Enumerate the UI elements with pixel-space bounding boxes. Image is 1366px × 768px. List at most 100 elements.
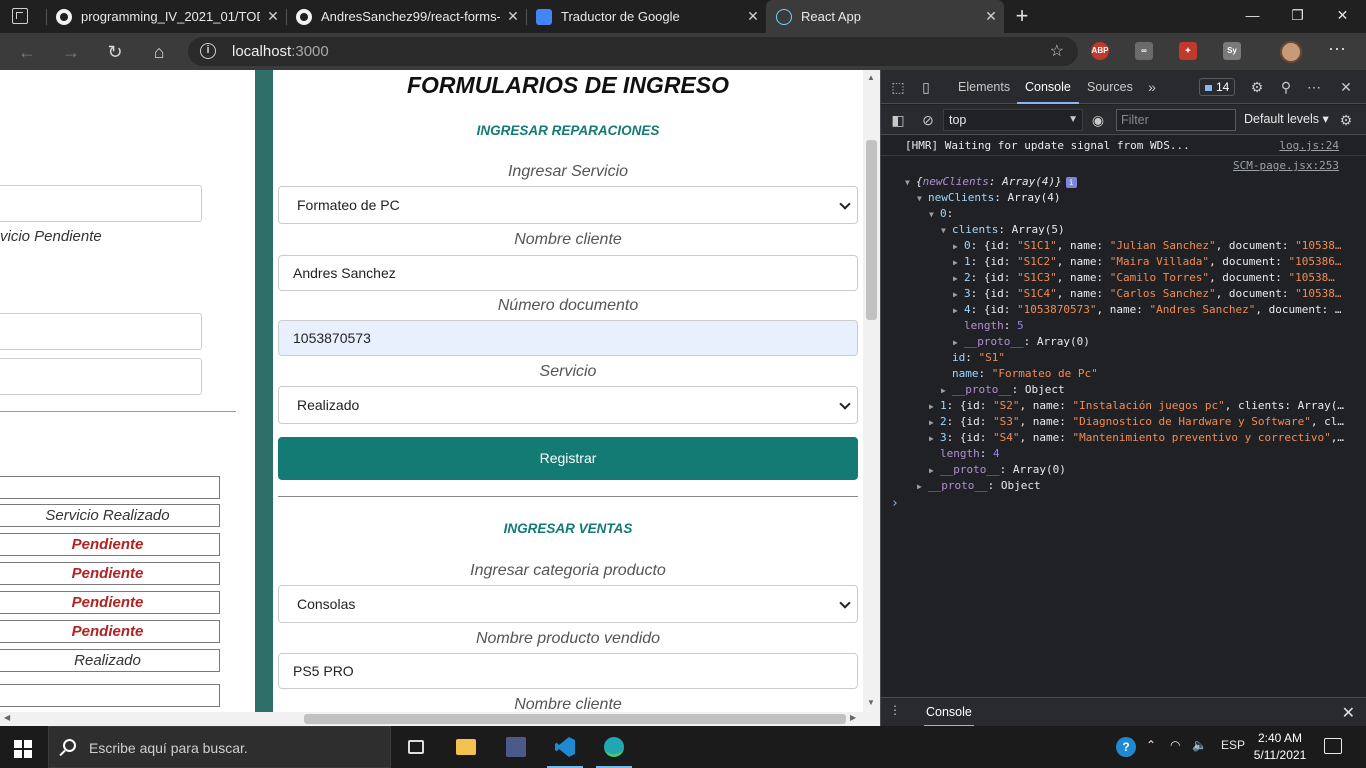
sidebar-toggle-icon[interactable]: ◧: [889, 111, 907, 129]
show-hidden-icons-icon[interactable]: ⌃: [1146, 738, 1156, 752]
console-tree-line[interactable]: ▶ 0: {id: "S1C1", name: "Julian Sanchez",…: [881, 238, 1366, 254]
close-tab-icon[interactable]: ✕: [740, 8, 766, 25]
adblock-extension-icon[interactable]: ABP: [1091, 42, 1109, 60]
address-bar[interactable]: i localhost:3000 ☆: [188, 37, 1078, 66]
new-tab-icon[interactable]: +: [1011, 4, 1033, 28]
inspect-element-icon[interactable]: ⬚: [889, 78, 907, 96]
windows-taskbar: Escribe aquí para buscar. ? ⌃ ◠ 🔈 ESP 2:…: [0, 726, 1366, 768]
console-tree-line[interactable]: ▶ __proto__: Object: [881, 382, 1366, 398]
tab-console[interactable]: Console: [1017, 70, 1079, 104]
console-tree-line[interactable]: ▶ 1: {id: "S1C2", name: "Maira Villada", …: [881, 254, 1366, 270]
notifications-icon[interactable]: [1324, 738, 1342, 754]
console-tree-line[interactable]: ▼ clients: Array(5): [881, 222, 1366, 238]
windows-start-icon[interactable]: [14, 740, 32, 758]
console-tree-line[interactable]: ▶ __proto__: Array(0): [881, 462, 1366, 478]
minimize-icon[interactable]: —: [1230, 0, 1275, 32]
console-tree-line[interactable]: ▶ 3: {id: "S1C4", name: "Carlos Sanchez",…: [881, 286, 1366, 302]
back-icon[interactable]: ←: [14, 39, 40, 65]
close-tab-icon[interactable]: ✕: [978, 8, 1004, 25]
console-tree-line[interactable]: ▼ newClients: Array(4): [881, 190, 1366, 206]
edge-browser-icon[interactable]: [590, 726, 638, 768]
console-tree-line[interactable]: ▶ 2: {id: "S1C3", name: "Camilo Torres", …: [881, 270, 1366, 286]
client-name-input[interactable]: Andres Sanchez: [278, 255, 858, 291]
tab-elements[interactable]: Elements: [958, 70, 1010, 104]
profile-avatar[interactable]: [1280, 41, 1302, 63]
browser-tab-3[interactable]: Traductor de Google ✕: [526, 0, 766, 33]
expand-triangle-icon[interactable]: ▼: [905, 175, 916, 190]
taskbar-search[interactable]: Escribe aquí para buscar.: [48, 726, 391, 768]
tab-sources[interactable]: Sources: [1087, 70, 1133, 104]
console-tree-line[interactable]: ▶ __proto__: Object: [881, 478, 1366, 494]
scroll-thumb[interactable]: [304, 714, 846, 724]
console-tree-line[interactable]: ▶ 1: {id: "S2", name: "Instalación juegos…: [881, 398, 1366, 414]
extension-icon[interactable]: ✦: [1179, 42, 1197, 60]
console-prompt[interactable]: ›: [891, 496, 899, 511]
source-link[interactable]: log.js:24: [1279, 138, 1339, 154]
task-view-icon[interactable]: [392, 726, 440, 768]
forward-icon[interactable]: →: [58, 39, 84, 65]
maximize-icon[interactable]: ❐: [1275, 0, 1320, 32]
log-levels-dropdown[interactable]: Default levels ▾: [1244, 111, 1329, 126]
console-tree-line[interactable]: ▶ 4: {id: "1053870573", name: "Andres San…: [881, 302, 1366, 318]
clear-console-icon[interactable]: ⊘: [919, 111, 937, 129]
console-settings-icon[interactable]: ⚙: [1337, 111, 1355, 129]
help-icon[interactable]: ?: [1116, 737, 1136, 757]
drawer-close-icon[interactable]: ✕: [1342, 703, 1355, 723]
register-button[interactable]: Registrar: [278, 437, 858, 480]
browser-tab-1[interactable]: programming_IV_2021_01/TODO ✕: [46, 0, 286, 33]
scroll-left-icon[interactable]: ◀: [4, 713, 10, 722]
wifi-icon[interactable]: ◠: [1170, 738, 1180, 752]
product-name-input[interactable]: PS5 PRO: [278, 653, 858, 689]
scroll-right-icon[interactable]: ▶: [850, 713, 856, 722]
console-filter-input[interactable]: Filter: [1116, 109, 1236, 131]
settings-gear-icon[interactable]: ⚙: [1248, 78, 1266, 96]
left-input[interactable]: [0, 185, 202, 222]
language-indicator[interactable]: ESP: [1221, 738, 1245, 752]
file-explorer-icon[interactable]: [442, 726, 490, 768]
extension-icon[interactable]: Sy: [1223, 42, 1241, 60]
vscode-icon[interactable]: [541, 726, 589, 768]
home-icon[interactable]: ⌂: [146, 39, 172, 65]
site-info-icon[interactable]: i: [200, 43, 216, 59]
more-menu-icon[interactable]: ···: [1328, 38, 1346, 59]
reload-icon[interactable]: ↻: [102, 39, 128, 65]
devtools-more-icon[interactable]: ⋯: [1305, 78, 1323, 96]
vertical-scrollbar[interactable]: ▲ ▼: [863, 70, 880, 712]
window-close-icon[interactable]: ✕: [1320, 0, 1365, 32]
remote-devices-icon[interactable]: ⚲: [1277, 78, 1295, 96]
console-tree-line[interactable]: ▶ 2: {id: "S3", name: "Diagnostico de Har…: [881, 414, 1366, 430]
device-toolbar-icon[interactable]: ▯: [917, 78, 935, 96]
close-tab-icon[interactable]: ✕: [500, 8, 526, 25]
source-link[interactable]: SCM-page.jsx:253: [1233, 158, 1339, 174]
console-object[interactable]: ▼ {newClients: Array(4)} i: [881, 174, 1366, 190]
drawer-tab-console[interactable]: Console: [924, 698, 974, 727]
live-expression-eye-icon[interactable]: ◉: [1089, 111, 1107, 129]
browser-tab-4[interactable]: React App ✕: [766, 0, 1004, 33]
service-select[interactable]: Formateo de PC: [278, 186, 858, 224]
tab-actions-icon[interactable]: [12, 8, 28, 24]
scroll-up-icon[interactable]: ▲: [867, 73, 875, 82]
console-tree-line[interactable]: ▼ 0:: [881, 206, 1366, 222]
category-select[interactable]: Consolas: [278, 585, 858, 623]
horizontal-scrollbar[interactable]: ◀ ▶: [0, 712, 880, 726]
drawer-menu-icon[interactable]: ⋮: [889, 703, 901, 717]
service-status-select[interactable]: Realizado: [278, 386, 858, 424]
app-icon[interactable]: [492, 726, 540, 768]
devtools-close-icon[interactable]: ✕: [1337, 78, 1355, 96]
volume-icon[interactable]: 🔈: [1192, 738, 1207, 752]
context-select[interactable]: top: [943, 109, 1083, 131]
close-tab-icon[interactable]: ✕: [260, 8, 286, 25]
console-tree-line[interactable]: ▶ 3: {id: "S4", name: "Mantenimiento prev…: [881, 430, 1366, 446]
left-input[interactable]: [0, 358, 202, 395]
extension-icon[interactable]: ∞: [1135, 42, 1153, 60]
scroll-down-icon[interactable]: ▼: [867, 698, 875, 707]
scroll-thumb[interactable]: [866, 140, 877, 320]
issues-badge[interactable]: 14: [1199, 78, 1236, 96]
favorite-star-icon[interactable]: ☆: [1050, 41, 1064, 61]
browser-tab-2[interactable]: AndresSanchez99/react-forms-co ✕: [286, 0, 526, 33]
left-input[interactable]: [0, 313, 202, 350]
document-input[interactable]: 1053870573: [278, 320, 858, 356]
console-tree-line[interactable]: ▶ __proto__: Array(0): [881, 334, 1366, 350]
more-tabs-icon[interactable]: »: [1143, 78, 1161, 96]
system-clock[interactable]: 2:40 AM 5/11/2021: [1250, 730, 1310, 764]
